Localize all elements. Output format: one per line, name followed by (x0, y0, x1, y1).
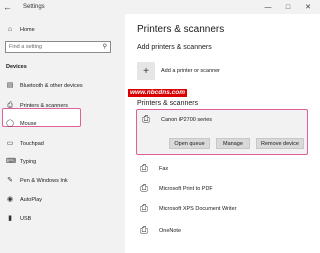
manage-button[interactable]: Manage (216, 138, 250, 149)
touchpad-icon: ▭ (6, 140, 14, 147)
list-heading: Printers & scanners (137, 100, 199, 107)
add-printer-button[interactable]: + Add a printer or scanner (137, 62, 220, 80)
printer-item-xps[interactable]: ⎙ Microsoft XPS Document Writer (137, 202, 237, 216)
page-title: Printers & scanners (137, 24, 225, 35)
remove-device-button[interactable]: Remove device (256, 138, 304, 149)
printer-item-fax[interactable]: ⎙ Fax (137, 162, 168, 176)
plus-icon: + (137, 62, 155, 80)
sidebar-item-label: Mouse (20, 121, 37, 127)
sidebar-item-bluetooth[interactable]: ▤ Bluetooth & other devices (0, 78, 125, 94)
sidebar-item-autoplay[interactable]: ◉ AutoPlay (0, 192, 125, 208)
add-heading: Add printers & scanners (137, 44, 212, 51)
sidebar-item-typing[interactable]: ⌨ Typing (0, 154, 125, 170)
close-icon[interactable]: ✕ (298, 0, 318, 14)
sidebar-item-usb[interactable]: ▮ USB (0, 211, 125, 227)
sidebar-item-touchpad[interactable]: ▭ Touchpad (0, 136, 125, 152)
search-input[interactable] (9, 43, 97, 51)
open-queue-button[interactable]: Open queue (169, 138, 210, 149)
back-arrow-icon[interactable]: ← (3, 1, 12, 13)
sidebar-item-home[interactable]: ⌂ Home (0, 22, 125, 38)
sidebar-item-label: Printers & scanners (20, 103, 68, 109)
printer-icon: ⎙ (140, 225, 148, 236)
printer-icon: ⎙ (140, 183, 148, 194)
sidebar-item-label: Typing (20, 159, 37, 165)
keyboard-icon: ⌨ (6, 158, 17, 165)
printer-item-onenote[interactable]: ⎙ OneNote (137, 224, 181, 238)
printer-item-canon[interactable]: ⎙ Canon iP2700 series (139, 113, 212, 127)
sidebar-item-pen[interactable]: ✎ Pen & Windows Ink (0, 173, 125, 189)
printer-icon: ⎙ (140, 163, 148, 174)
add-printer-label: Add a printer or scanner (161, 68, 221, 74)
maximize-icon[interactable]: □ (278, 0, 298, 14)
printer-icon: ⎙ (7, 102, 13, 109)
selected-printer-panel[interactable]: ⎙ Canon iP2700 series Open queue Manage … (136, 109, 308, 155)
sidebar-item-mouse[interactable]: ◯ Mouse (0, 116, 125, 132)
pen-icon: ✎ (7, 177, 13, 184)
sidebar-item-label: USB (20, 216, 32, 222)
mouse-icon: ◯ (6, 120, 14, 127)
search-box[interactable]: ⚲ (5, 41, 111, 53)
bluetooth-icon: ▤ (6, 82, 14, 89)
window-controls: — □ ✕ (258, 0, 318, 14)
sidebar-item-label: Touchpad (20, 141, 44, 147)
watermark: www.nbcdns.com (128, 89, 188, 97)
autoplay-icon: ◉ (6, 196, 14, 203)
usb-icon: ▮ (8, 215, 12, 222)
window-title: Settings (23, 4, 45, 10)
section-label: Devices (6, 64, 27, 70)
printer-item-pdf[interactable]: ⎙ Microsoft Print to PDF (137, 182, 213, 196)
title-bar: ← Settings — □ ✕ (0, 0, 320, 14)
minimize-icon[interactable]: — (258, 0, 278, 14)
sidebar-item-printers[interactable]: ⎙ Printers & scanners (0, 98, 125, 114)
printer-name: Canon iP2700 series (161, 117, 213, 123)
main-content: Printers & scanners Add printers & scann… (125, 14, 320, 253)
printer-icon: ⎙ (142, 114, 150, 125)
sidebar-item-label: AutoPlay (20, 197, 43, 203)
home-icon: ⌂ (7, 26, 13, 33)
sidebar-item-label: Pen & Windows Ink (20, 178, 68, 184)
printer-name: Microsoft Print to PDF (159, 186, 213, 192)
sidebar-item-label: Bluetooth & other devices (20, 83, 83, 89)
search-icon[interactable]: ⚲ (103, 43, 107, 51)
sidebar: ⌂ Home ⚲ Devices ▤ Bluetooth & other dev… (0, 14, 125, 253)
printer-icon: ⎙ (140, 203, 148, 214)
printer-name: Fax (159, 166, 169, 172)
printer-name: OneNote (159, 228, 182, 234)
printer-name: Microsoft XPS Document Writer (159, 206, 237, 212)
home-label: Home (20, 27, 35, 33)
